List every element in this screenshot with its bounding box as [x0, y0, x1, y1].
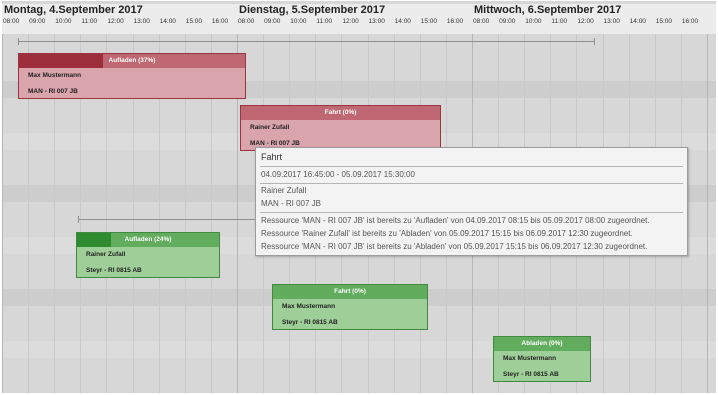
- hour-label: 12:00: [107, 18, 124, 25]
- tooltip-message: Ressource 'Rainer Zufall' ist bereits zu…: [261, 229, 633, 238]
- task-progress: [19, 54, 103, 68]
- hour-label: 11:00: [551, 18, 568, 25]
- day-header-wednesday: Mittwoch, 6.September 2017 08:00 09:00 10:…: [472, 4, 716, 34]
- task-vehicle: Steyr - RI 0815 AB: [503, 371, 559, 378]
- task-label: Fahrt (0%): [334, 288, 366, 295]
- summary-line-middle: [78, 216, 258, 223]
- tooltip-period: 04.09.2017 16:45:00 - 05.09.2017 15:30:0…: [261, 170, 415, 179]
- task-bar-abladen[interactable]: Abladen (0%) Max Mustermann Steyr - RI 0…: [493, 336, 591, 382]
- hour-label: 14:00: [159, 18, 176, 25]
- hour-label: 11:00: [81, 18, 98, 25]
- task-tooltip: Fahrt 04.09.2017 16:45:00 - 05.09.2017 1…: [255, 147, 688, 256]
- day-header-monday: Montag, 4.September 2017 08:00 09:00 10:00…: [2, 4, 237, 34]
- hour-label: 08:00: [473, 18, 490, 25]
- task-bar-aufladen[interactable]: Aufladen (37%) Max Mustermann MAN - RI 0…: [18, 53, 246, 99]
- hour-label: 13:00: [603, 18, 620, 25]
- hour-label: 15:00: [655, 18, 673, 25]
- hour-label: 16:00: [446, 18, 464, 25]
- hour-gridline: [707, 34, 708, 393]
- task-label: Fahrt (0%): [324, 109, 357, 116]
- task-driver: Rainer Zufall: [86, 251, 126, 258]
- tooltip-message: Ressource 'MAN - RI 007 JB' ist bereits …: [261, 242, 648, 251]
- task-progress: [77, 233, 112, 247]
- task-header: Fahrt (0%): [273, 285, 427, 299]
- hour-label: 08:00: [238, 18, 255, 25]
- hour-label: 16:00: [211, 18, 229, 25]
- tooltip-vehicle: MAN - RI 007 JB: [261, 199, 322, 208]
- hour-label: 11:00: [316, 18, 333, 25]
- tooltip-divider: [260, 212, 683, 213]
- tooltip-divider: [260, 166, 683, 167]
- gantt-chart: Montag, 4.September 2017 08:00 09:00 10:00…: [2, 1, 716, 393]
- hour-label: 08:00: [3, 18, 20, 25]
- hour-label: 14:00: [629, 18, 646, 25]
- day-title: Montag, 4.September 2017: [4, 4, 143, 16]
- task-label: Abladen (0%): [521, 340, 563, 347]
- task-vehicle: Steyr - RI 0815 AB: [86, 267, 142, 274]
- task-header: Aufladen (37%): [19, 54, 245, 68]
- tooltip-title: Fahrt: [261, 152, 283, 162]
- tooltip-message: Ressource 'MAN - RI 007 JB' ist bereits …: [261, 216, 650, 225]
- hour-label: 10:00: [290, 18, 307, 25]
- task-header: Fahrt (0%): [241, 106, 440, 120]
- summary-line-top: [18, 38, 595, 45]
- task-label: Aufladen (24%): [124, 236, 172, 243]
- hour-label: 09:00: [264, 18, 281, 25]
- task-driver: Max Mustermann: [28, 72, 82, 79]
- hour-label: 15:00: [420, 18, 438, 25]
- task-header: Abladen (0%): [494, 337, 590, 351]
- hour-label: 09:00: [29, 18, 46, 25]
- hour-label: 14:00: [394, 18, 411, 25]
- task-driver: Max Mustermann: [282, 303, 336, 310]
- hour-label: 15:00: [185, 18, 203, 25]
- hour-label: 12:00: [577, 18, 594, 25]
- hour-label: 16:00: [681, 18, 699, 25]
- task-vehicle: Steyr - RI 0815 AB: [282, 319, 338, 326]
- task-vehicle: MAN - RI 007 JB: [28, 88, 78, 95]
- task-bar-fahrt[interactable]: Fahrt (0%) Rainer Zufall MAN - RI 007 JB: [240, 105, 441, 151]
- hour-label: 12:00: [342, 18, 359, 25]
- tooltip-divider: [260, 183, 683, 184]
- task-label: Aufladen (37%): [108, 57, 156, 64]
- task-header: Aufladen (24%): [77, 233, 219, 247]
- hour-gridline: [2, 34, 3, 393]
- hour-label: 10:00: [55, 18, 72, 25]
- task-bar-aufladen[interactable]: Aufladen (24%) Rainer Zufall Steyr - RI …: [76, 232, 220, 278]
- day-header-tuesday: Dienstag, 5.September 2017 08:00 09:00 10:…: [237, 4, 472, 34]
- hour-label: 13:00: [133, 18, 150, 25]
- task-driver: Rainer Zufall: [250, 124, 290, 131]
- day-title: Mittwoch, 6.September 2017: [474, 4, 622, 16]
- task-driver: Max Mustermann: [503, 355, 557, 362]
- task-bar-fahrt[interactable]: Fahrt (0%) Max Mustermann Steyr - RI 081…: [272, 284, 428, 330]
- tooltip-driver: Rainer Zufall: [261, 186, 307, 195]
- row-band: [2, 341, 716, 358]
- hour-label: 10:00: [525, 18, 542, 25]
- hour-label: 09:00: [499, 18, 516, 25]
- hour-label: 13:00: [368, 18, 385, 25]
- day-title: Dienstag, 5.September 2017: [239, 4, 386, 16]
